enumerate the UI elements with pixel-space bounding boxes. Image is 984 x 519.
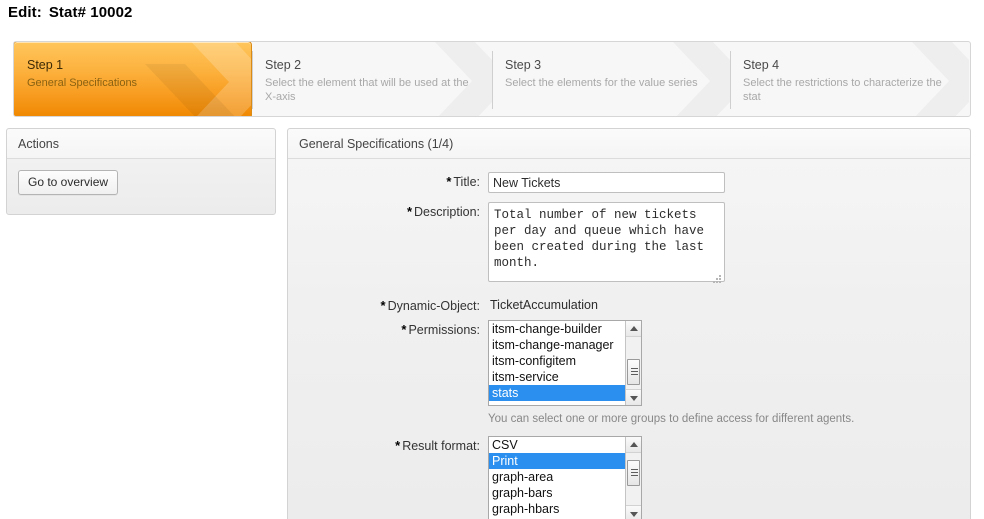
permissions-option[interactable]: itsm-change-manager bbox=[489, 337, 641, 353]
required-marker: * bbox=[395, 438, 401, 453]
wizard-step-4-description: Select the restrictions to characterize … bbox=[743, 77, 942, 103]
result-format-scrollbar[interactable] bbox=[625, 437, 641, 519]
wizard-step-4[interactable]: Step 4 Select the restrictions to charac… bbox=[730, 42, 969, 116]
thumb-grip-icon bbox=[631, 368, 638, 377]
wizard-step-4-title: Step 4 bbox=[743, 58, 780, 72]
description-textarea[interactable]: Total number of new tickets per day and … bbox=[488, 202, 725, 282]
result-format-option[interactable]: graph-hbars bbox=[489, 501, 641, 517]
permissions-option[interactable]: itsm-service bbox=[489, 369, 641, 385]
description-field-wrap: Total number of new tickets per day and … bbox=[488, 202, 970, 287]
permissions-scrollbar[interactable] bbox=[625, 321, 641, 405]
permissions-option[interactable]: itsm-configitem bbox=[489, 353, 641, 369]
wizard-step-1-title: Step 1 bbox=[27, 58, 64, 72]
result-format-field-wrap: CSV Print graph-area graph-bars graph-hb… bbox=[488, 436, 970, 519]
result-format-label: * Result format: bbox=[288, 436, 488, 456]
wizard-step-1[interactable]: Step 1 General Specifications bbox=[14, 42, 252, 116]
description-label: * Description: bbox=[288, 202, 488, 222]
wizard-step-2-description: Select the element that will be used at … bbox=[265, 77, 469, 103]
step-separator bbox=[492, 51, 493, 109]
step-separator bbox=[730, 51, 731, 109]
required-marker: * bbox=[446, 174, 452, 189]
page-title-value: Stat# 10002 bbox=[48, 4, 133, 21]
field-row-description: * Description: Total number of new ticket… bbox=[288, 202, 970, 287]
dynamic-object-value: TicketAccumulation bbox=[490, 298, 598, 312]
result-format-scrollbar-thumb[interactable] bbox=[627, 460, 640, 486]
field-row-title: * Title: bbox=[288, 172, 970, 193]
required-marker: * bbox=[406, 204, 412, 219]
dynamic-object-label-text: Dynamic-Object: bbox=[387, 299, 480, 313]
description-textarea-wrap: Total number of new tickets per day and … bbox=[488, 202, 725, 287]
actions-panel-header: Actions bbox=[7, 129, 275, 159]
scroll-down-arrow-icon[interactable] bbox=[626, 505, 641, 519]
field-row-result-format: * Result format: CSV Print graph-area gra… bbox=[288, 436, 970, 519]
general-specifications-form: *Title: *Description: Total number of ne… bbox=[288, 159, 970, 519]
dynamic-object-field-wrap: TicketAccumulation bbox=[488, 296, 970, 315]
result-format-option[interactable]: graph-bars bbox=[489, 485, 641, 501]
permissions-label: * Permissions: bbox=[288, 320, 488, 340]
permissions-option-list: itsm-change-builder itsm-change-manager … bbox=[489, 321, 641, 401]
permissions-hint: You can select one or more groups to def… bbox=[488, 413, 855, 425]
permissions-option[interactable]: itsm-change-builder bbox=[489, 321, 641, 337]
scroll-up-arrow-icon[interactable] bbox=[626, 437, 641, 453]
scroll-down-arrow-icon[interactable] bbox=[626, 389, 641, 405]
result-format-option[interactable]: graph-area bbox=[489, 469, 641, 485]
result-format-label-text: Result format: bbox=[402, 439, 480, 453]
thumb-grip-icon bbox=[631, 469, 638, 478]
wizard-step-3-title: Step 3 bbox=[505, 58, 542, 72]
permissions-listbox[interactable]: itsm-change-builder itsm-change-manager … bbox=[488, 320, 642, 406]
scroll-up-arrow-icon[interactable] bbox=[626, 321, 641, 337]
step-separator bbox=[252, 51, 253, 109]
result-format-listbox[interactable]: CSV Print graph-area graph-bars graph-hb… bbox=[488, 436, 642, 519]
title-label: * Title: bbox=[288, 172, 488, 192]
permissions-field-wrap: itsm-change-builder itsm-change-manager … bbox=[488, 320, 970, 427]
description-label-text: Description: bbox=[414, 205, 480, 219]
title-input[interactable] bbox=[488, 172, 725, 193]
page-title: Edit: Stat# 10002 bbox=[8, 4, 133, 21]
title-field-wrap bbox=[488, 172, 970, 193]
title-label-text: Title: bbox=[453, 175, 480, 189]
wizard-step-2[interactable]: Step 2 Select the element that will be u… bbox=[252, 42, 492, 116]
wizard-step-3-description: Select the elements for the value series bbox=[505, 77, 698, 89]
wizard-step-2-title: Step 2 bbox=[265, 58, 302, 72]
actions-panel: Actions Go to overview bbox=[6, 128, 276, 215]
general-specifications-panel: General Specifications (1/4) *Title: *De… bbox=[287, 128, 971, 519]
field-row-permissions: * Permissions: itsm-change-builder itsm-c… bbox=[288, 320, 970, 427]
field-row-dynamic-object: * Dynamic-Object: TicketAccumulation bbox=[288, 296, 970, 316]
dynamic-object-label: * Dynamic-Object: bbox=[288, 296, 488, 316]
page-title-label: Edit: bbox=[8, 4, 42, 21]
go-to-overview-button[interactable]: Go to overview bbox=[18, 170, 119, 195]
required-marker: * bbox=[380, 298, 386, 313]
result-format-option-selected[interactable]: Print bbox=[489, 453, 641, 469]
wizard-step-1-description: General Specifications bbox=[27, 77, 138, 89]
wizard-step-bar: Step 1 General Specifications Step 2 Sel… bbox=[13, 41, 971, 117]
result-format-option-list: CSV Print graph-area graph-bars graph-hb… bbox=[489, 437, 641, 517]
permissions-scrollbar-thumb[interactable] bbox=[627, 359, 640, 385]
permissions-option-selected[interactable]: stats bbox=[489, 385, 641, 401]
page-root: Edit: Stat# 10002 Step 1 General Specific… bbox=[0, 0, 984, 519]
result-format-option[interactable]: CSV bbox=[489, 437, 641, 453]
required-marker: * bbox=[401, 322, 407, 337]
permissions-label-text: Permissions: bbox=[408, 323, 480, 337]
wizard-step-3[interactable]: Step 3 Select the elements for the value… bbox=[492, 42, 730, 116]
general-specifications-header: General Specifications (1/4) bbox=[288, 129, 970, 159]
